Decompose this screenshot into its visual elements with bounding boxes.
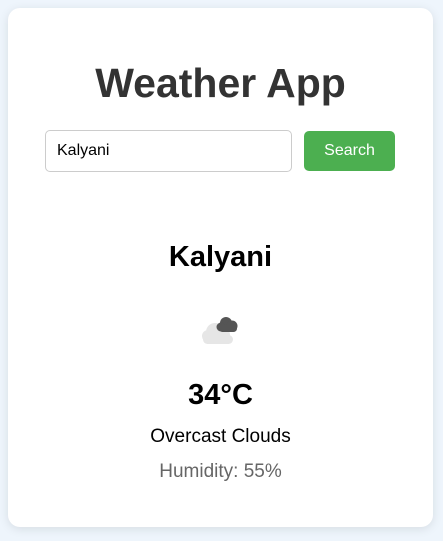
temperature: 34°C	[188, 379, 253, 411]
weather-card: Weather App Search Kalyani 34°C Overcast…	[8, 8, 433, 527]
humidity-text: Humidity: 55%	[159, 461, 282, 482]
app-title: Weather App	[95, 60, 346, 106]
overcast-clouds-icon	[195, 308, 245, 348]
city-search-input[interactable]	[45, 130, 292, 172]
search-button[interactable]: Search	[304, 131, 395, 171]
city-name: Kalyani	[168, 241, 273, 273]
weather-description: Overcast Clouds	[150, 426, 291, 447]
